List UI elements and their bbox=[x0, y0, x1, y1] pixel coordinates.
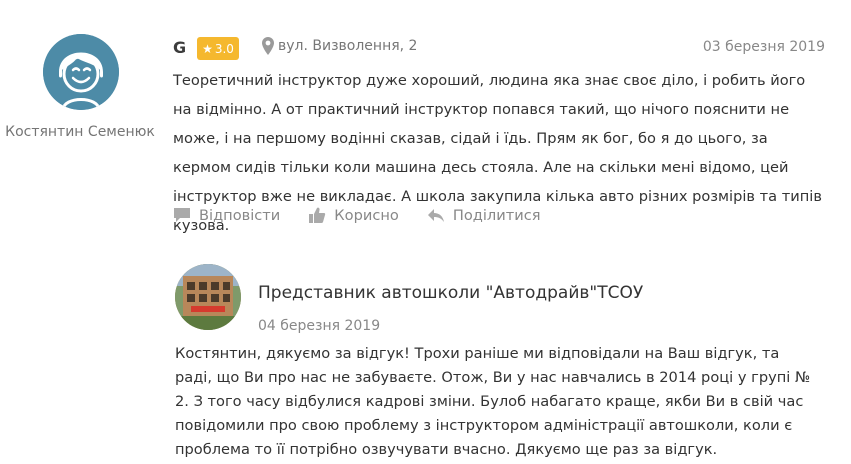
review-date: 03 березня 2019 bbox=[702, 39, 825, 55]
location-text: вул. Визволення, 2 bbox=[278, 38, 418, 54]
google-g-icon: G bbox=[173, 38, 187, 57]
useful-label: Корисно bbox=[334, 206, 399, 224]
reply-button[interactable]: Відповісти bbox=[173, 207, 280, 224]
thumbs-up-icon bbox=[309, 207, 326, 223]
star-icon: ★ bbox=[202, 41, 213, 56]
useful-button[interactable]: Корисно bbox=[308, 206, 399, 224]
review-actions: Відповісти Корисно Поділитися bbox=[173, 206, 569, 224]
response-author: Представник автошколи "Автодрайв"ТСОУ bbox=[258, 283, 644, 303]
reply-label: Відповісти bbox=[199, 206, 281, 224]
rating-value: 3.0 bbox=[214, 41, 234, 56]
review-card: Костянтин Семенюк G ★ 3.0 вул. Визволенн… bbox=[0, 0, 851, 250]
share-icon bbox=[427, 209, 444, 222]
response-date: 04 березня 2019 bbox=[258, 318, 381, 334]
owner-response: Представник автошколи "Автодрайв"ТСОУ 04… bbox=[0, 258, 851, 464]
map-pin-icon bbox=[262, 37, 274, 55]
review-author-name: Костянтин Семенюк bbox=[5, 124, 155, 140]
user-avatar bbox=[43, 34, 119, 110]
user-face-icon bbox=[43, 34, 119, 110]
review-location: вул. Визволення, 2 bbox=[262, 37, 417, 55]
school-photo bbox=[175, 264, 241, 330]
rating-badge: ★ 3.0 bbox=[197, 37, 239, 60]
response-text: Костянтин, дякуємо за відгук! Трохи рані… bbox=[175, 345, 811, 458]
share-button[interactable]: Поділитися bbox=[427, 207, 541, 224]
building-photo-icon bbox=[175, 264, 241, 330]
comment-icon bbox=[174, 208, 190, 222]
share-label: Поділитися bbox=[452, 206, 541, 224]
